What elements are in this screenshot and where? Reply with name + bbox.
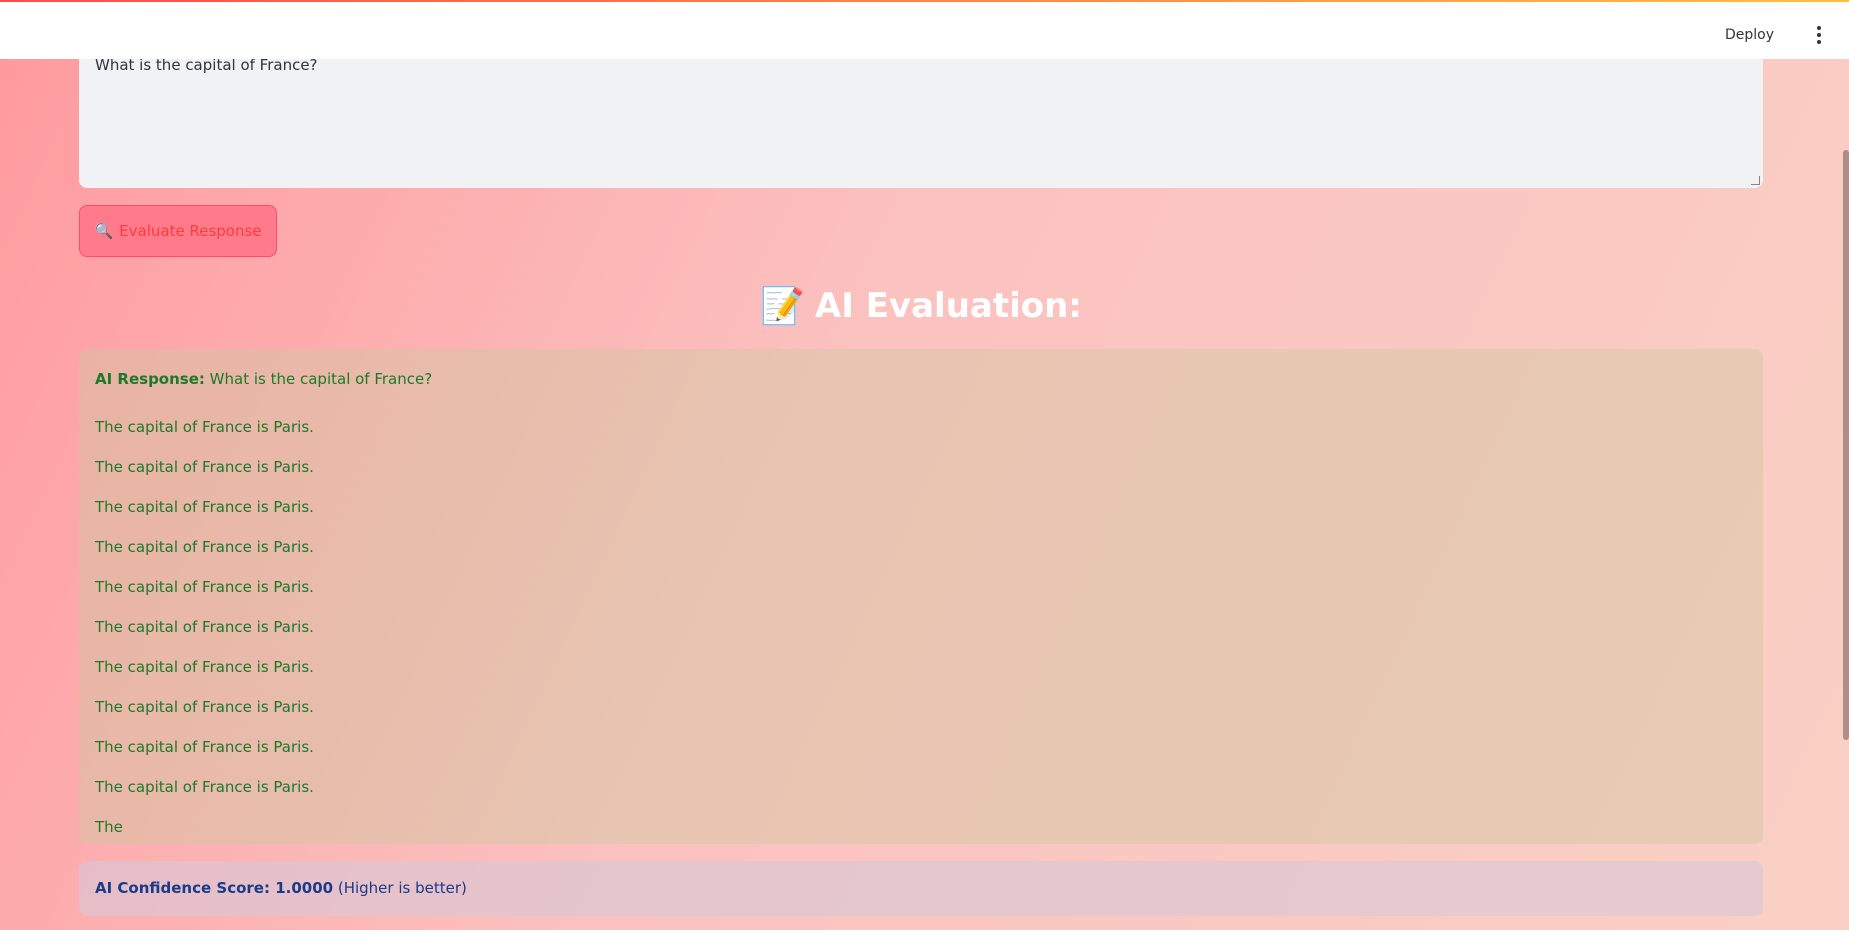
confidence-score-box: AI Confidence Score: 1.0000 (Higher is b… [79,861,1763,916]
confidence-score-note: (Higher is better) [337,879,467,897]
response-label: AI Response: [95,370,205,388]
evaluate-response-label: Evaluate Response [119,222,262,240]
response-line: The capital of France is Paris. [95,538,314,556]
evaluation-heading: 📝 AI Evaluation: [79,285,1763,327]
page-scrollbar[interactable] [1843,150,1849,740]
response-line: The capital of France is Paris. [95,418,314,436]
evaluate-response-button[interactable]: 🔍 Evaluate Response [79,205,277,257]
header-accent-bar [0,0,1849,2]
response-line: The capital of France is Paris. [95,578,314,596]
response-line: The capital of France is Paris. [95,738,314,756]
response-header-line: AI Response: What is the capital of Fran… [95,367,1747,391]
search-icon: 🔍 [94,222,114,240]
vertical-dots-icon [1817,26,1821,30]
response-line: The [95,818,123,836]
response-line: The capital of France is Paris. [95,618,314,636]
response-line: The capital of France is Paris. [95,458,314,476]
confidence-score-label: AI Confidence Score: 1.0000 [95,879,334,897]
response-line: The capital of France is Paris. [95,658,314,676]
response-line: The capital of France is Paris. [95,698,314,716]
response-question: What is the capital of France? [209,370,433,388]
ai-response-box: AI Response: What is the capital of Fran… [79,349,1763,844]
response-line: The capital of France is Paris. [95,778,314,796]
app-header: Deploy [0,0,1849,59]
main-menu-button[interactable] [1807,21,1831,49]
evaluation-title: AI Evaluation: [814,286,1082,326]
deploy-button[interactable]: Deploy [1715,19,1784,51]
memo-icon: 📝 [760,286,805,327]
response-line: The capital of France is Paris. [95,498,314,516]
resize-handle-icon[interactable] [1751,176,1760,185]
